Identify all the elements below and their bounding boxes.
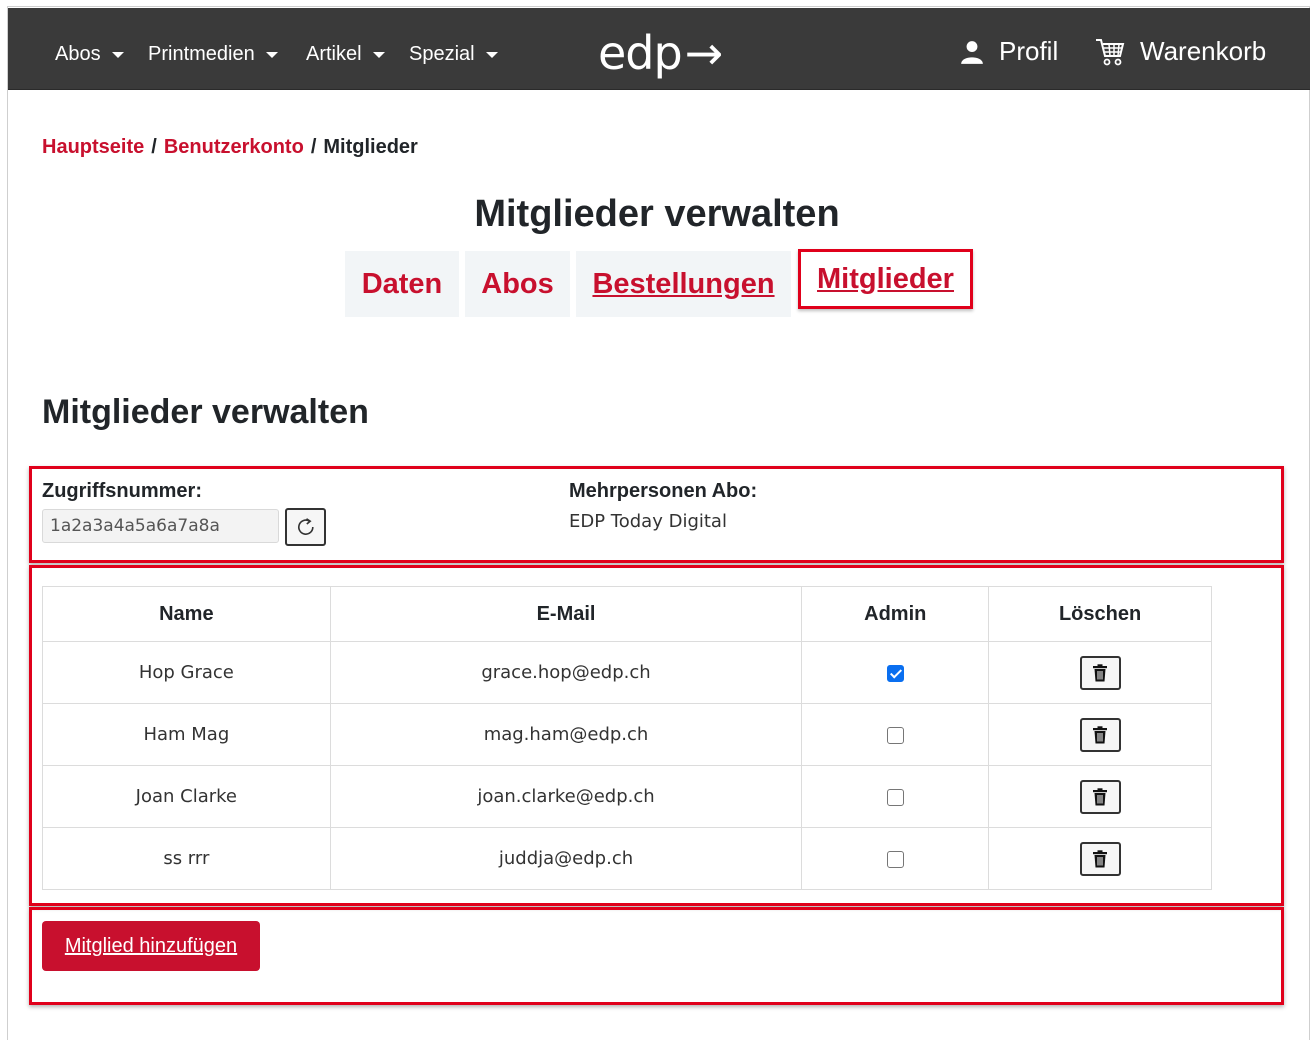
logo-text: edp xyxy=(598,26,683,80)
member-email: grace.hop@edp.ch xyxy=(329,641,803,704)
access-number-label: Zugriffsnummer: xyxy=(42,480,202,502)
column-header-email: E-Mail xyxy=(329,586,803,642)
add-member-button[interactable]: Mitglied hinzufügen xyxy=(42,921,260,971)
nav-menu-label: Spezial xyxy=(409,43,475,65)
admin-checkbox[interactable] xyxy=(886,664,904,682)
section-title: Mitglieder verwalten xyxy=(42,393,369,431)
trash-icon xyxy=(1093,849,1108,867)
member-name: Hop Grace xyxy=(42,641,331,704)
subscription-label: Mehrpersonen Abo: xyxy=(569,480,758,502)
tab-label: Daten xyxy=(361,267,443,300)
delete-member-button[interactable] xyxy=(1079,655,1121,690)
members-table: Name E-Mail Admin Löschen Hop Grace grac… xyxy=(42,586,1212,890)
member-name: ss rrr xyxy=(42,827,331,890)
user-icon xyxy=(961,40,983,64)
admin-cell xyxy=(801,765,990,828)
shopping-cart-icon xyxy=(1096,38,1125,65)
nav-menu-label: Printmedien xyxy=(148,43,255,65)
admin-cell xyxy=(801,641,990,704)
table-row: Ham Mag mag.ham@edp.ch xyxy=(42,703,1212,766)
refresh-icon xyxy=(297,518,314,535)
delete-cell xyxy=(988,703,1212,766)
member-email: juddja@edp.ch xyxy=(329,827,803,890)
tab-bestellungen[interactable]: Bestellungen xyxy=(576,251,791,317)
caret-down-icon xyxy=(372,51,385,58)
nav-menu-label: Artikel xyxy=(306,43,362,65)
trash-icon xyxy=(1093,787,1108,805)
table-row: ss rrr juddja@edp.ch xyxy=(42,827,1212,890)
member-email: mag.ham@edp.ch xyxy=(329,703,803,766)
admin-checkbox[interactable] xyxy=(886,726,904,744)
delete-member-button[interactable] xyxy=(1079,841,1121,876)
tab-label: Abos xyxy=(481,267,554,300)
tab-label: Mitglieder xyxy=(817,262,954,295)
cart-label: Warenkorb xyxy=(1140,36,1267,66)
delete-cell xyxy=(988,827,1212,890)
nav-menu-artikel[interactable]: Artikel xyxy=(306,43,385,66)
table-header-row: Name E-Mail Admin Löschen xyxy=(42,586,1212,642)
tab-daten[interactable]: Daten xyxy=(345,251,459,317)
table-row: Joan Clarke joan.clarke@edp.ch xyxy=(42,765,1212,828)
breadcrumb: Hauptseite / Benutzerkonto / Mitglieder xyxy=(42,136,418,159)
admin-cell xyxy=(801,827,990,890)
cart-link[interactable]: Warenkorb xyxy=(1094,36,1266,67)
delete-member-button[interactable] xyxy=(1079,717,1121,752)
tab-label: Bestellungen xyxy=(592,267,775,300)
breadcrumb-home-link[interactable]: Hauptseite xyxy=(42,136,144,159)
trash-icon xyxy=(1093,663,1108,681)
column-header-admin: Admin xyxy=(801,586,990,642)
column-header-delete: Löschen xyxy=(988,586,1212,642)
admin-cell xyxy=(801,703,990,766)
access-number-field[interactable] xyxy=(42,509,279,543)
member-name: Ham Mag xyxy=(42,703,331,766)
caret-down-icon xyxy=(111,51,124,58)
member-email: joan.clarke@edp.ch xyxy=(329,765,803,828)
logo-arrow: → xyxy=(684,26,724,80)
nav-menu-abos[interactable]: Abos xyxy=(55,43,124,66)
caret-down-icon xyxy=(485,51,498,58)
nav-menu-printmedien[interactable]: Printmedien xyxy=(148,43,278,66)
nav-menu-label: Abos xyxy=(55,43,101,65)
trash-icon xyxy=(1093,725,1108,743)
admin-checkbox[interactable] xyxy=(886,850,904,868)
refresh-access-number-button[interactable] xyxy=(285,508,326,546)
tab-abos[interactable]: Abos xyxy=(465,251,570,317)
breadcrumb-separator: / xyxy=(151,136,157,158)
caret-down-icon xyxy=(265,51,278,58)
profile-label: Profil xyxy=(999,36,1059,66)
column-header-name: Name xyxy=(42,586,331,642)
tab-mitglieder[interactable]: Mitglieder xyxy=(798,249,973,309)
delete-cell xyxy=(988,765,1212,828)
delete-cell xyxy=(988,641,1212,704)
breadcrumb-separator: / xyxy=(310,136,317,158)
page-title: Mitglieder verwalten xyxy=(474,193,840,235)
top-navigation: Abos Printmedien Artikel Spezial edp → Pr… xyxy=(8,8,1310,90)
member-name: Joan Clarke xyxy=(42,765,331,828)
breadcrumb-account-link[interactable]: Benutzerkonto xyxy=(164,136,304,159)
subscription-value: EDP Today Digital xyxy=(569,511,727,532)
nav-menu-spezial[interactable]: Spezial xyxy=(409,43,498,66)
breadcrumb-current: Mitglieder xyxy=(323,136,418,158)
delete-member-button[interactable] xyxy=(1079,779,1121,814)
profile-link[interactable]: Profil xyxy=(959,36,1058,67)
edp-logo[interactable]: edp → xyxy=(598,26,724,80)
table-row: Hop Grace grace.hop@edp.ch xyxy=(42,641,1212,704)
admin-checkbox[interactable] xyxy=(886,788,904,806)
